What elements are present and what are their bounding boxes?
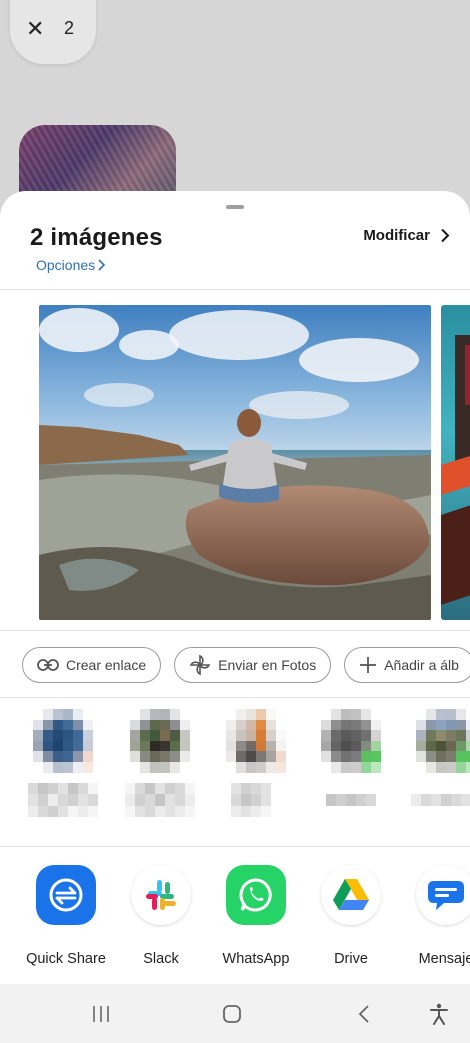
options-label: Opciones <box>36 257 96 273</box>
app-drive[interactable]: Drive <box>303 865 399 967</box>
contact-name-blurred <box>125 783 195 817</box>
divider <box>0 289 470 290</box>
avatar <box>226 709 286 773</box>
avatar <box>33 709 93 773</box>
selection-count: 2 <box>64 18 75 38</box>
divider <box>0 697 470 698</box>
add-to-album-chip[interactable]: Añadir a álb <box>344 647 470 683</box>
app-label: Mensaje <box>418 951 470 967</box>
chip-label: Enviar en Fotos <box>218 657 317 673</box>
navigation-bar <box>0 984 470 1043</box>
contact-name-blurred <box>316 783 386 817</box>
avatar <box>130 709 190 773</box>
app-label: Slack <box>143 951 179 967</box>
close-icon: ✕ <box>26 16 45 41</box>
pinwheel-icon <box>189 654 211 676</box>
contact-name-blurred <box>411 783 470 817</box>
link-icon <box>37 659 59 671</box>
app-messages[interactable]: Mensaje <box>398 865 470 967</box>
options-link[interactable]: Opciones <box>36 257 106 273</box>
modify-button[interactable]: Modificar <box>363 227 450 244</box>
second-photo <box>441 335 470 605</box>
share-sheet: 2 imágenes Opciones Modificar Crear enla… <box>0 191 470 1043</box>
drag-handle[interactable] <box>226 205 244 209</box>
contact-item[interactable] <box>411 709 470 817</box>
contact-item[interactable] <box>316 709 386 817</box>
preview-image-1[interactable] <box>39 305 431 620</box>
back-icon <box>358 1005 369 1023</box>
contact-name-blurred <box>221 783 291 817</box>
app-slack[interactable]: Slack <box>113 865 209 967</box>
home-button[interactable] <box>217 1000 247 1028</box>
recents-icon <box>93 1006 109 1022</box>
send-in-photos-chip[interactable]: Enviar en Fotos <box>174 647 332 683</box>
avatar <box>321 709 381 773</box>
accessibility-button[interactable] <box>424 1000 454 1028</box>
avatar <box>416 709 470 773</box>
divider <box>0 630 470 631</box>
create-link-chip[interactable]: Crear enlace <box>22 647 162 683</box>
contact-item[interactable] <box>125 709 195 817</box>
back-button[interactable] <box>349 1000 379 1028</box>
modify-label: Modificar <box>363 227 430 244</box>
plus-icon <box>360 657 377 673</box>
contact-name-blurred <box>28 783 98 817</box>
divider <box>0 846 470 847</box>
chip-label: Añadir a álb <box>384 657 459 673</box>
app-quick-share[interactable]: Quick Share <box>18 865 114 967</box>
chip-label: Crear enlace <box>66 657 147 673</box>
quick-share-icon <box>36 865 96 925</box>
contact-item[interactable] <box>28 709 98 817</box>
chevron-right-icon <box>441 228 450 243</box>
recents-button[interactable] <box>86 1000 116 1028</box>
messages-icon <box>416 865 470 925</box>
contact-item[interactable] <box>221 709 291 817</box>
home-icon <box>223 1005 241 1023</box>
whatsapp-icon <box>226 865 286 925</box>
drive-icon <box>321 865 381 925</box>
slack-icon <box>131 865 191 925</box>
app-label: WhatsApp <box>222 951 290 967</box>
action-chips: Crear enlace Enviar en Fotos Añadir a ál… <box>22 647 470 683</box>
app-whatsapp[interactable]: WhatsApp <box>208 865 304 967</box>
app-label: Quick Share <box>26 951 106 967</box>
meditation-photo <box>39 305 431 620</box>
app-label: Drive <box>334 951 368 967</box>
sheet-title: 2 imágenes <box>30 224 163 251</box>
chevron-right-icon <box>98 259 106 271</box>
accessibility-icon <box>430 1003 448 1025</box>
preview-image-2[interactable] <box>441 305 470 620</box>
background-toolbar: ✕ 2 <box>10 0 96 64</box>
